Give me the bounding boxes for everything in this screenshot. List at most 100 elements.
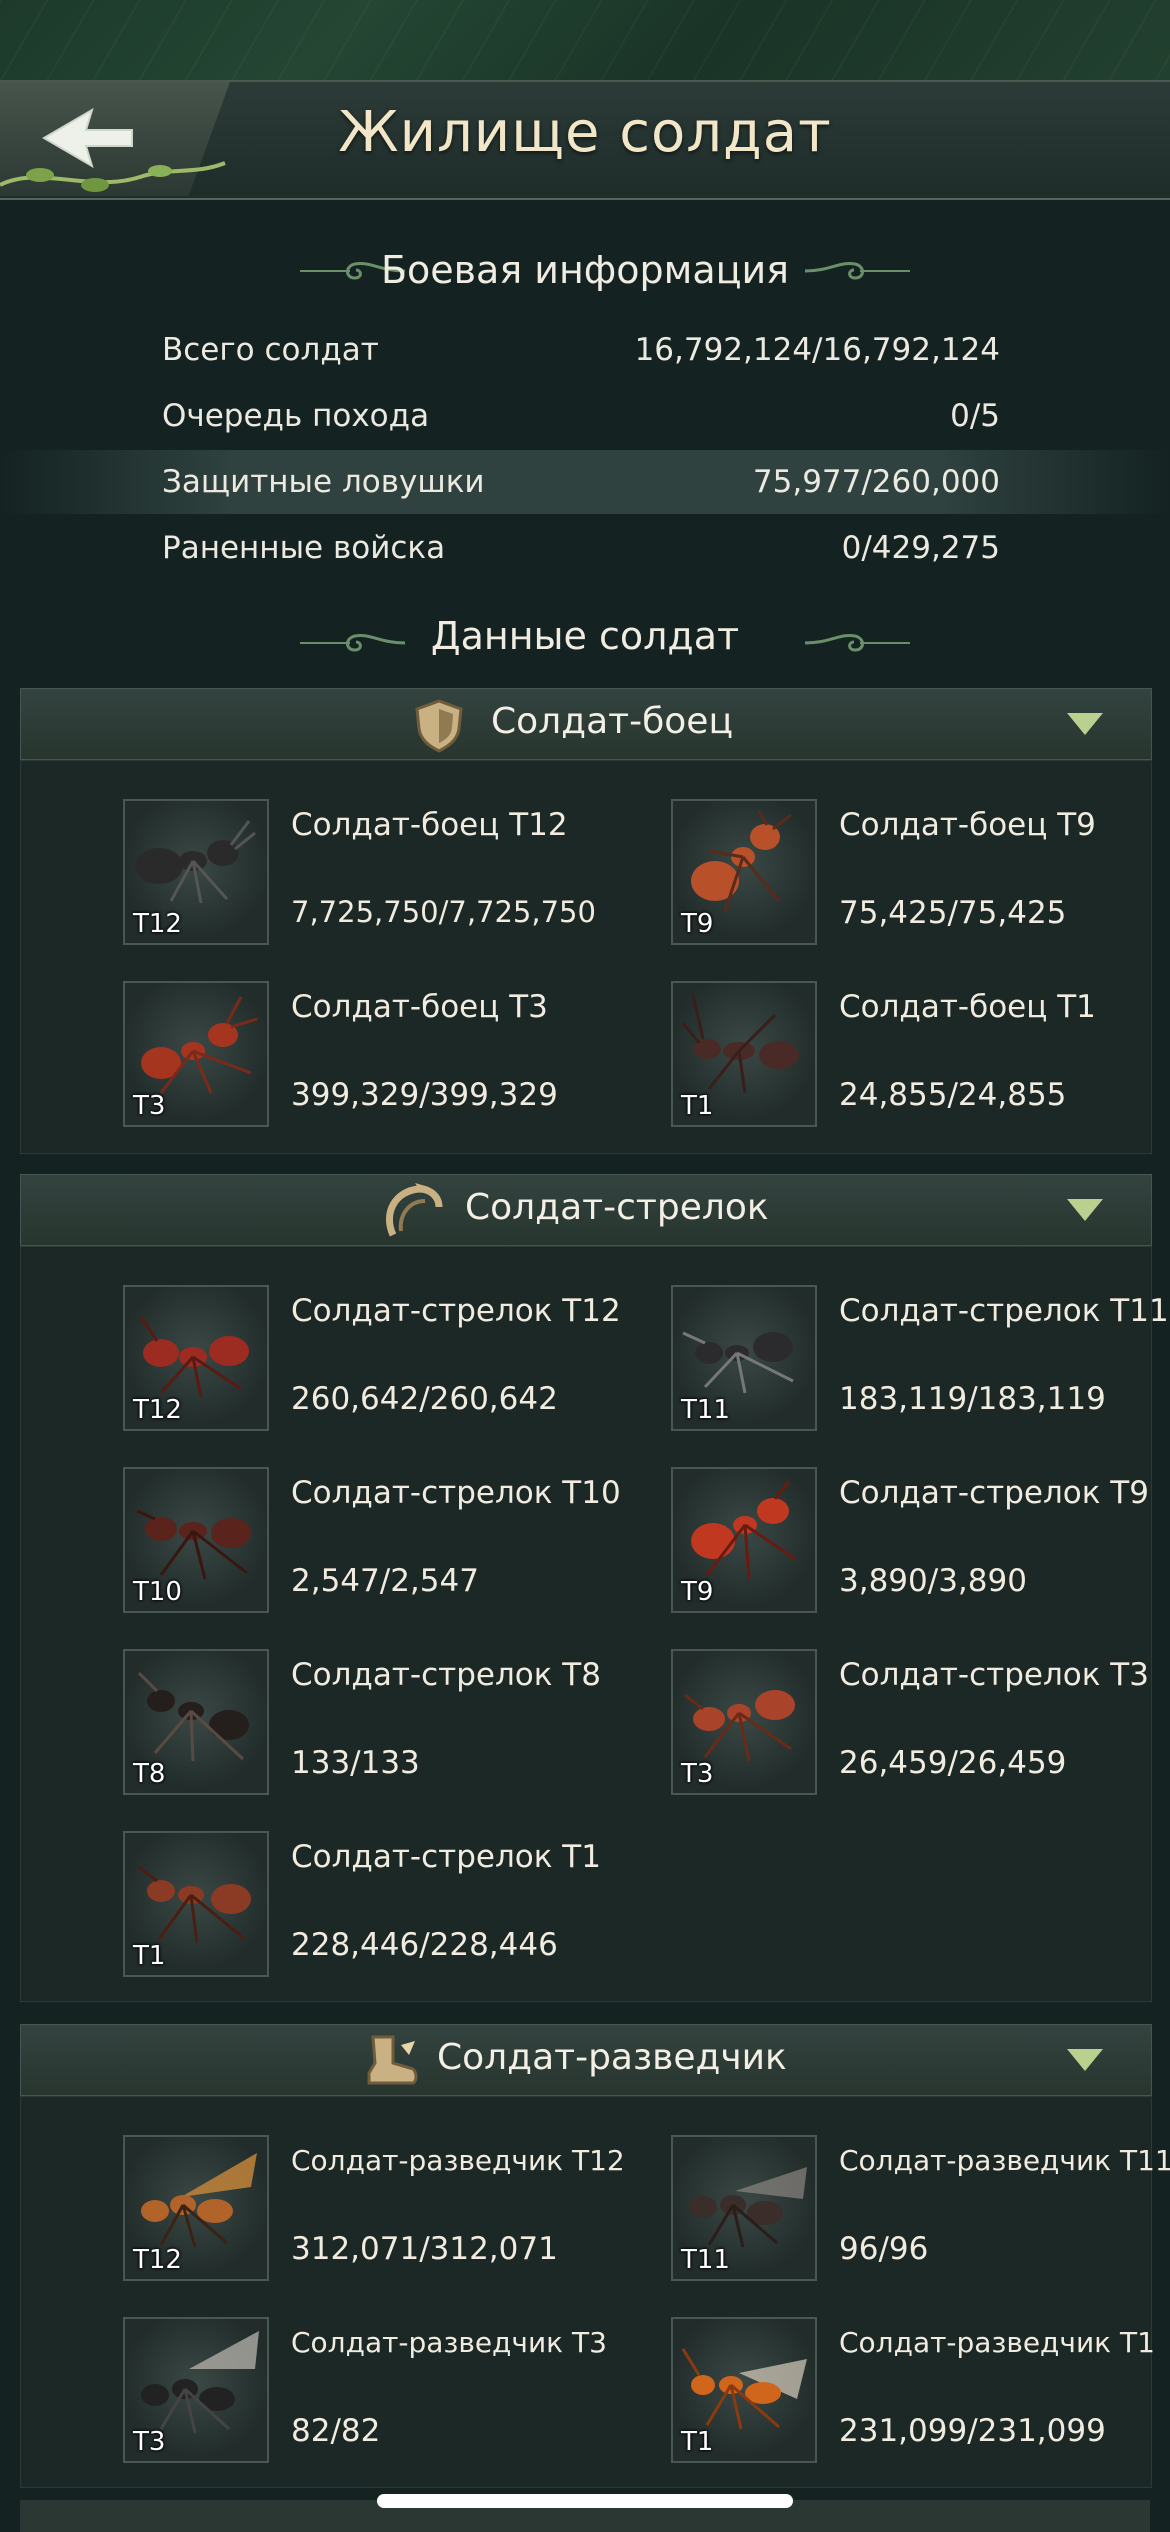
info-row-traps: Защитные ловушки 75,977/260,000 — [0, 450, 1170, 514]
tier-badge: T11 — [681, 2245, 730, 2275]
unit-card[interactable]: T1 Солдат-разведчик T1 231,099/231,099 — [671, 2317, 1170, 2467]
unit-card[interactable]: T12 Солдат-боец T12 7,725,750/7,725,750 — [123, 799, 643, 949]
unit-name: Солдат-разведчик T12 — [291, 2144, 625, 2177]
category-header-fighter[interactable]: Солдат-боец — [20, 688, 1152, 760]
ant-icon — [136, 1509, 251, 1580]
chevron-down-icon[interactable] — [1067, 2049, 1103, 2071]
battle-info-title: Боевая информация — [380, 248, 790, 292]
ant-icon — [681, 2348, 807, 2430]
unit-card[interactable]: T11 Солдат-стрелок T11 183,119/183,119 — [671, 1285, 1170, 1435]
ant-icon — [139, 1316, 249, 1398]
tier-badge: T3 — [133, 1091, 166, 1121]
unit-name: Солдат-боец T1 — [839, 989, 1096, 1025]
home-indicator[interactable] — [377, 2494, 793, 2508]
ant-icon — [691, 1480, 796, 1580]
soldier-data-title: Данные солдат — [430, 614, 740, 658]
tier-badge: T1 — [681, 1091, 714, 1121]
ant-thumbnail: T12 — [123, 799, 269, 945]
unit-count: 96/96 — [839, 2231, 929, 2267]
tier-badge: T11 — [681, 1395, 730, 1425]
bow-icon — [385, 1183, 443, 1237]
unit-count: 3,890/3,890 — [839, 1563, 1027, 1599]
ant-icon — [141, 2331, 259, 2434]
unit-card[interactable]: T3 Солдат-разведчик T3 82/82 — [123, 2317, 643, 2467]
unit-card[interactable]: T11 Солдат-разведчик T11 96/96 — [671, 2135, 1170, 2285]
ant-thumbnail: T11 — [671, 1285, 817, 1431]
ant-icon — [681, 994, 799, 1094]
info-value: 0/5 — [950, 398, 1000, 434]
info-value: 0/429,275 — [841, 530, 1000, 566]
ornament-right-icon — [804, 261, 910, 280]
unit-card[interactable]: T12 Солдат-стрелок T12 260,642/260,642 — [123, 1285, 643, 1435]
ornament-right-icon — [804, 633, 910, 652]
unit-name: Солдат-разведчик T11 — [839, 2144, 1170, 2177]
unit-name: Солдат-боец T12 — [291, 807, 568, 843]
unit-count: 312,071/312,071 — [291, 2231, 558, 2267]
ant-icon — [141, 2153, 257, 2248]
info-label: Раненные войска — [162, 530, 446, 566]
info-label: Очередь похода — [162, 398, 430, 434]
unit-name: Солдат-боец T3 — [291, 989, 548, 1025]
tier-badge: T9 — [681, 909, 714, 939]
unit-card[interactable]: T8 Солдат-стрелок T8 133/133 — [123, 1649, 643, 1799]
unit-name: Солдат-разведчик T3 — [291, 2326, 607, 2359]
unit-count: 24,855/24,855 — [839, 1077, 1067, 1113]
ant-thumbnail: T1 — [123, 1831, 269, 1977]
unit-card[interactable]: T3 Солдат-боец T3 399,329/399,329 — [123, 981, 643, 1131]
unit-count: 7,725,750/7,725,750 — [291, 895, 596, 929]
ant-thumbnail: T3 — [671, 1649, 817, 1795]
tier-badge: T8 — [133, 1759, 166, 1789]
ant-thumbnail: T1 — [671, 2317, 817, 2463]
tier-badge: T3 — [681, 1759, 714, 1789]
ant-icon — [684, 1690, 795, 1762]
unit-card[interactable]: T9 Солдат-стрелок T9 3,890/3,890 — [671, 1467, 1170, 1617]
unit-card[interactable]: T10 Солдат-стрелок T10 2,547/2,547 — [123, 1467, 643, 1617]
unit-count: 228,446/228,446 — [291, 1927, 558, 1963]
ant-icon — [138, 1865, 251, 1944]
category-body-archer: T12 Солдат-стрелок T12 260,642/260,642 T… — [20, 1246, 1169, 2002]
ant-thumbnail: T8 — [123, 1649, 269, 1795]
unit-count: 183,119/183,119 — [839, 1381, 1106, 1417]
unit-name: Солдат-стрелок T8 — [291, 1657, 601, 1693]
ant-thumbnail: T3 — [123, 2317, 269, 2463]
unit-name: Солдат-боец T9 — [839, 807, 1096, 843]
ant-thumbnail: T3 — [123, 981, 269, 1127]
chevron-down-icon[interactable] — [1067, 713, 1103, 735]
ant-icon — [137, 1671, 249, 1762]
category-label: Солдат-разведчик — [437, 2037, 787, 2078]
unit-count: 399,329/399,329 — [291, 1077, 558, 1113]
unit-name: Солдат-стрелок T10 — [291, 1475, 621, 1511]
unit-card[interactable]: T1 Солдат-боец T1 24,855/24,855 — [671, 981, 1170, 1131]
info-value: 16,792,124/16,792,124 — [634, 332, 1000, 368]
tier-badge: T10 — [133, 1577, 182, 1607]
tier-badge: T1 — [133, 1941, 166, 1971]
ant-thumbnail: T9 — [671, 799, 817, 945]
ant-icon — [689, 2167, 807, 2248]
ant-icon — [691, 811, 792, 912]
chevron-down-icon[interactable] — [1067, 1199, 1103, 1221]
ant-icon — [682, 1331, 794, 1394]
category-body-fighter: T12 Солдат-боец T12 7,725,750/7,725,750 … — [20, 760, 1152, 1154]
unit-card[interactable]: T12 Солдат-разведчик T12 312,071/312,071 — [123, 2135, 643, 2285]
unit-card[interactable]: T3 Солдат-стрелок T3 26,459/26,459 — [671, 1649, 1170, 1799]
unit-name: Солдат-стрелок T1 — [291, 1839, 601, 1875]
unit-card[interactable]: T1 Солдат-стрелок T1 228,446/228,446 — [123, 1831, 643, 1981]
info-value: 75,977/260,000 — [752, 464, 1000, 500]
page-title: Жилище солдат — [338, 100, 832, 165]
category-header-archer[interactable]: Солдат-стрелок — [20, 1174, 1152, 1246]
unit-name: Солдат-стрелок T11 — [839, 1293, 1169, 1329]
tier-badge: T1 — [681, 2427, 714, 2457]
unit-card[interactable]: T9 Солдат-боец T9 75,425/75,425 — [671, 799, 1170, 949]
ant-icon — [135, 820, 256, 904]
category-header-scout[interactable]: Солдат-разведчик — [20, 2024, 1152, 2096]
unit-name: Солдат-стрелок T3 — [839, 1657, 1149, 1693]
tier-badge: T12 — [133, 2245, 182, 2275]
tier-badge: T12 — [133, 909, 182, 939]
top-background — [0, 0, 1170, 80]
category-label: Солдат-стрелок — [465, 1187, 769, 1228]
unit-count: 231,099/231,099 — [839, 2413, 1106, 2449]
unit-name: Солдат-стрелок T9 — [839, 1475, 1149, 1511]
tier-badge: T3 — [133, 2427, 166, 2457]
unit-name: Солдат-разведчик T1 — [839, 2326, 1155, 2359]
tier-badge: T12 — [133, 1395, 182, 1425]
